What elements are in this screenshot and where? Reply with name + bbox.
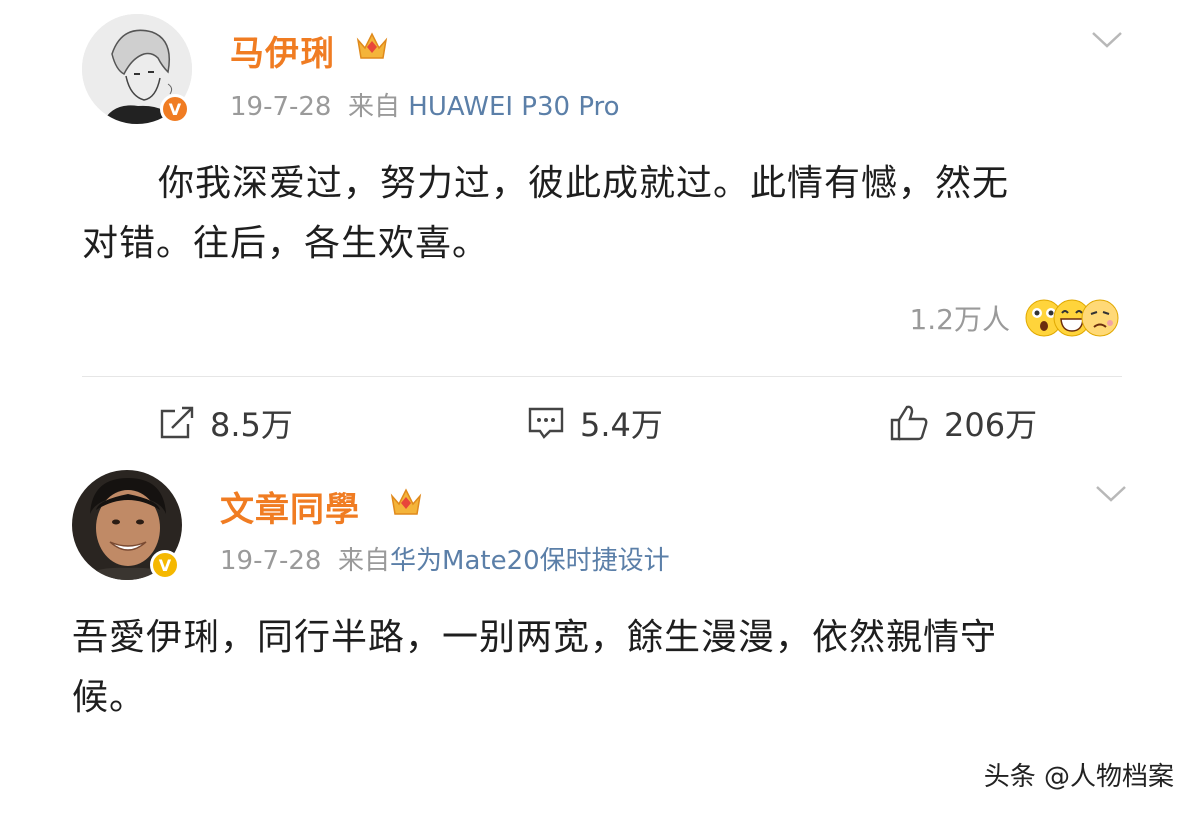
- comment-button[interactable]: 5.4万: [526, 400, 663, 446]
- post-meta: 19-7-28 来自华为Mate20保时捷设计: [220, 540, 670, 577]
- crown-icon: [354, 28, 390, 68]
- emoji-stack: [1024, 298, 1120, 338]
- repost-icon: [160, 406, 194, 439]
- post-body-line: 对错。往后，各生欢喜。: [82, 223, 490, 264]
- divider: [82, 376, 1122, 377]
- watermark: 头条 @人物档案: [983, 762, 1174, 792]
- like-button[interactable]: 206万: [888, 400, 1037, 446]
- repost-button[interactable]: 8.5万: [158, 400, 293, 446]
- username[interactable]: 马伊琍: [230, 26, 335, 75]
- reactions-summary[interactable]: 1.2万人: [909, 298, 1120, 338]
- like-icon: [890, 405, 928, 441]
- chevron-down-icon[interactable]: [1094, 484, 1128, 508]
- username[interactable]: 文章同學: [220, 482, 360, 531]
- post-meta: 19-7-28 来自 HUAWEI P30 Pro: [230, 86, 620, 123]
- post-body: 吾愛伊琍，同行半路，一别两宽，餘生漫漫，依然親情守 候。: [72, 608, 1152, 728]
- post-body-line: 吾愛伊琍，同行半路，一别两宽，餘生漫漫，依然親情守: [72, 617, 998, 658]
- post-body-line: 你我深爱过，努力过，彼此成就过。此情有憾，然无: [158, 163, 1010, 204]
- device-link[interactable]: HUAWEI P30 Pro: [408, 92, 619, 122]
- like-count: 206万: [944, 406, 1038, 444]
- verified-badge: V: [160, 94, 190, 124]
- chevron-down-icon[interactable]: [1090, 30, 1124, 54]
- emoji-sad-icon: [1081, 299, 1119, 337]
- crown-icon: [388, 484, 424, 524]
- source-prefix: 来自: [348, 92, 401, 122]
- source-prefix: 来自: [338, 546, 391, 576]
- device-link[interactable]: 华为Mate20保时捷设计: [390, 546, 670, 576]
- post-body-line: 候。: [72, 677, 147, 718]
- reactions-count: 1.2万人: [909, 303, 1010, 336]
- post-body: 你我深爱过，努力过，彼此成就过。此情有憾，然无 对错。往后，各生欢喜。: [82, 154, 1142, 274]
- weibo-post-ma-yili: V 马伊琍 19-7-28 来自 HUAWEI P30 Pro 你我深爱过，努力…: [0, 0, 1200, 460]
- post-date: 19-7-28: [230, 92, 332, 122]
- comment-icon: [528, 407, 564, 439]
- post-date: 19-7-28: [220, 546, 322, 576]
- comment-count: 5.4万: [580, 406, 663, 444]
- repost-count: 8.5万: [210, 406, 293, 444]
- verified-badge: V: [150, 550, 180, 580]
